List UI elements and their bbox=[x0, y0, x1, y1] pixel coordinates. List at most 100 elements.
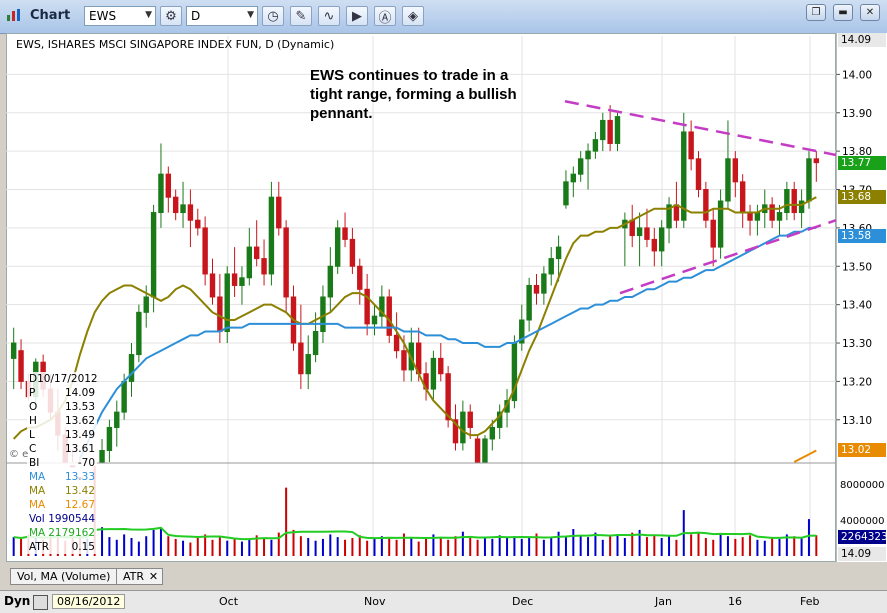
calendar-icon[interactable] bbox=[33, 595, 48, 610]
time-label: Dec bbox=[512, 595, 534, 608]
data-value: 0.15 bbox=[71, 541, 95, 553]
price-bar-body bbox=[585, 150, 591, 160]
price-bar-body bbox=[18, 350, 24, 382]
price-bar-body bbox=[710, 219, 716, 248]
data-value: 13.42 bbox=[64, 485, 95, 497]
data-value: 13.61 bbox=[64, 443, 95, 455]
price-bar-body bbox=[231, 273, 238, 286]
data-window-row: H 13.62 bbox=[27, 414, 97, 428]
price-bar-body bbox=[784, 189, 790, 214]
indicator-tab-bar: Vol, MA (Volume)✕ ATR ✕ bbox=[6, 566, 836, 586]
time-label: Oct bbox=[219, 595, 239, 608]
price-bar-body bbox=[143, 296, 149, 313]
tab-atr[interactable]: ATR ✕ bbox=[116, 568, 164, 585]
price-bar-body bbox=[673, 204, 680, 221]
annotation-line: pennant. bbox=[310, 105, 373, 122]
volume-tag: 2264323 bbox=[838, 530, 887, 544]
price-bar-body bbox=[555, 246, 562, 260]
price-bar-body bbox=[342, 227, 348, 240]
price-bar-body bbox=[791, 189, 797, 214]
data-key: Vol bbox=[29, 513, 45, 525]
price-bar-body bbox=[600, 119, 606, 141]
data-value: 13.49 bbox=[64, 429, 95, 441]
data-window-row: P 14.09 bbox=[27, 386, 97, 400]
price-bar-body bbox=[172, 196, 179, 214]
volume-tick-label: 4000000 bbox=[840, 516, 885, 527]
price-bar-body bbox=[334, 227, 341, 267]
data-key: P bbox=[29, 387, 36, 399]
price-bar-body bbox=[114, 411, 120, 428]
price-bar-body bbox=[106, 426, 113, 451]
price-bar-body bbox=[651, 238, 658, 252]
watermark: © e bbox=[9, 449, 29, 460]
tab-label: Vol, MA (Volume) bbox=[17, 570, 111, 583]
data-window-row: MA 2179162 bbox=[27, 526, 97, 540]
time-label: Nov bbox=[364, 595, 386, 608]
data-key: D bbox=[29, 373, 38, 385]
price-bar-body bbox=[541, 273, 547, 294]
price-bar-body bbox=[187, 204, 194, 221]
time-axis[interactable]: Dyn 08/16/2012 Oct Nov Dec Jan 16 Feb bbox=[0, 590, 887, 613]
price-bar-body bbox=[386, 296, 392, 336]
price-bar-body bbox=[754, 212, 761, 221]
price-tick-label: 13.10 bbox=[842, 415, 872, 427]
price-bar-body bbox=[327, 265, 334, 298]
data-value: 2179162 bbox=[48, 527, 95, 539]
price-bar-body bbox=[158, 173, 164, 214]
start-date[interactable]: 08/16/2012 bbox=[52, 594, 126, 609]
data-value: 14.09 bbox=[64, 387, 95, 399]
price-bar-body bbox=[607, 119, 613, 144]
volume-ma-line bbox=[13, 526, 817, 541]
data-window: D 10/17/2012 P 14.09 O 13.53 H 13.62 L 13.49 C 13.6… bbox=[27, 372, 98, 554]
data-window-row: MA 13.42 bbox=[27, 484, 97, 498]
tab-label: ATR bbox=[123, 570, 145, 583]
chart-annotation: EWS continues to trade in a tight range,… bbox=[310, 66, 517, 123]
price-bar-body bbox=[371, 315, 378, 325]
price-bar-body bbox=[636, 227, 643, 237]
data-value: 12.67 bbox=[64, 499, 95, 511]
price-bar-body bbox=[401, 350, 407, 371]
price-bar-body bbox=[629, 219, 635, 237]
price-bar-body bbox=[305, 354, 311, 375]
data-value: 10/17/2012 bbox=[37, 373, 98, 385]
data-key: C bbox=[29, 443, 37, 455]
price-bar-body bbox=[526, 284, 532, 321]
price-bar-body bbox=[253, 246, 260, 260]
data-window-row: Vol 1990544 bbox=[27, 512, 97, 526]
price-bar-body bbox=[467, 411, 473, 428]
data-key: H bbox=[29, 415, 37, 427]
data-value: 1990544 bbox=[48, 513, 95, 525]
price-bar-body bbox=[445, 373, 451, 421]
price-bar-body bbox=[688, 131, 694, 160]
price-tag: 13.02 bbox=[838, 443, 886, 458]
volume-tag: 14.09 bbox=[838, 547, 886, 561]
price-bar-body bbox=[246, 246, 253, 279]
price-bar-body bbox=[150, 212, 157, 298]
price-bar-body bbox=[364, 288, 370, 325]
price-bar-body bbox=[769, 204, 775, 221]
price-tick-label: 13.30 bbox=[842, 338, 872, 350]
data-key: O bbox=[29, 401, 38, 413]
price-bar-body bbox=[349, 238, 356, 267]
annotation-line: tight range, forming a bullish bbox=[310, 86, 517, 103]
price-bar-body bbox=[592, 139, 599, 152]
data-key: MA bbox=[29, 499, 46, 511]
price-bar-body bbox=[460, 411, 466, 444]
volume-bars bbox=[12, 466, 818, 556]
data-window-row: ATR 0.15 bbox=[27, 540, 97, 554]
moving-averages bbox=[12, 196, 817, 463]
time-mode[interactable]: Dyn bbox=[4, 594, 30, 608]
price-bar-body bbox=[577, 158, 584, 175]
price-bar-body bbox=[533, 284, 540, 294]
close-icon[interactable]: ✕ bbox=[149, 569, 158, 584]
price-tag: 13.77 bbox=[838, 155, 886, 170]
tab-volume[interactable]: Vol, MA (Volume)✕ bbox=[10, 568, 130, 585]
data-window-row: BI -70 bbox=[27, 456, 97, 470]
data-key: ATR bbox=[29, 541, 50, 553]
data-value: 13.53 bbox=[64, 401, 95, 413]
price-tick-label: 13.20 bbox=[842, 376, 872, 388]
price-bar-body bbox=[180, 204, 186, 214]
data-window-row: MA 13.33 bbox=[27, 470, 97, 484]
price-tag: 13.68 bbox=[838, 190, 886, 205]
price-bar-body bbox=[202, 227, 208, 275]
